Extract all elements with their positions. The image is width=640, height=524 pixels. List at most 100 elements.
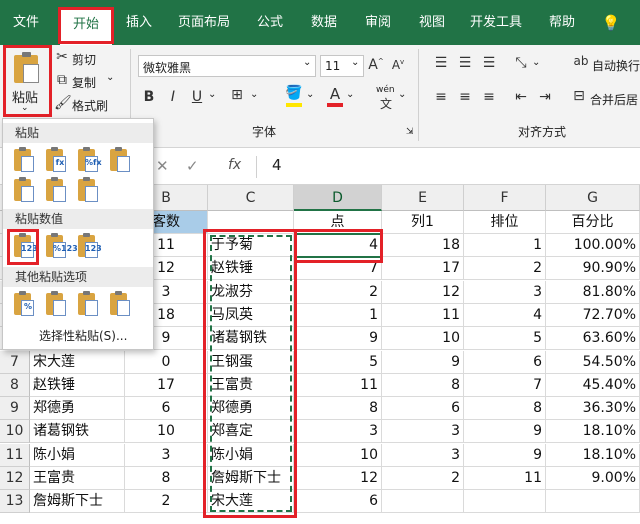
font-color-icon[interactable]: A: [326, 85, 344, 107]
cell-c[interactable]: 于予菊: [208, 234, 294, 257]
column-header-e[interactable]: E: [382, 185, 464, 211]
tab-help[interactable]: 帮助: [542, 10, 582, 36]
cell-d[interactable]: 7: [294, 257, 382, 281]
increase-indent-icon[interactable]: ⇥: [536, 89, 554, 105]
cell-e[interactable]: [382, 490, 464, 514]
cell-f[interactable]: 5: [464, 327, 546, 351]
tab-file[interactable]: 文件: [6, 10, 46, 36]
italic-button[interactable]: I: [166, 89, 180, 105]
cell-g[interactable]: [546, 490, 640, 514]
cell-f[interactable]: 3: [464, 280, 546, 304]
column-header-d[interactable]: D: [294, 185, 382, 211]
tab-developer[interactable]: 开发工具: [464, 10, 528, 36]
cell-f[interactable]: 9: [464, 443, 546, 467]
paste-button[interactable]: 粘贴 ⌄: [6, 49, 48, 115]
cell-c[interactable]: 宋大莲: [208, 490, 294, 514]
cell-a[interactable]: 诸葛钢铁: [30, 420, 125, 444]
cell-f[interactable]: 9: [464, 420, 546, 444]
cell-g[interactable]: 45.40%: [546, 373, 640, 397]
cell-a[interactable]: 宋大莲: [30, 350, 125, 374]
cell-a[interactable]: 王富贵: [30, 467, 125, 490]
copy-button[interactable]: 复制: [72, 74, 96, 91]
cell-c[interactable]: 陈小娟: [208, 443, 294, 467]
row-header[interactable]: 12: [0, 467, 30, 490]
chevron-down-icon[interactable]: ⌄: [306, 89, 314, 100]
align-middle-icon[interactable]: ☰: [456, 55, 474, 71]
cell-b[interactable]: 2: [125, 490, 208, 514]
cell-g[interactable]: 54.50%: [546, 350, 640, 374]
underline-button[interactable]: U: [190, 89, 204, 105]
cell-c[interactable]: 马凤英: [208, 303, 294, 327]
tab-review[interactable]: 审阅: [358, 10, 398, 36]
tab-home[interactable]: 开始: [60, 8, 112, 45]
phonetic-guide-label[interactable]: wén: [376, 85, 395, 95]
wrap-text-button[interactable]: 自动换行: [592, 57, 640, 74]
cell-b[interactable]: 17: [125, 373, 208, 397]
align-left-icon[interactable]: ≡: [432, 89, 450, 105]
paste-option-icon[interactable]: %fx: [75, 147, 102, 175]
cell-e[interactable]: 3: [382, 420, 464, 444]
paste-option-icon[interactable]: fx: [43, 147, 69, 175]
column-header-c[interactable]: C: [208, 185, 294, 211]
paste-option-icon[interactable]: [107, 147, 133, 175]
header-cell-g[interactable]: 百分比: [546, 211, 640, 234]
other-paste-icon[interactable]: [107, 291, 133, 319]
paste-option-icon[interactable]: [75, 177, 101, 205]
cell-d[interactable]: 3: [294, 420, 382, 444]
align-top-icon[interactable]: ☰: [432, 55, 450, 71]
cell-g[interactable]: 18.10%: [546, 420, 640, 444]
header-cell-d[interactable]: 点: [294, 211, 382, 234]
cell-e[interactable]: 2: [382, 467, 464, 490]
row-header[interactable]: 11: [0, 443, 30, 467]
font-name-dropdown[interactable]: 微软雅黑 ⌄: [138, 55, 316, 77]
cell-e[interactable]: 11: [382, 303, 464, 327]
chevron-down-icon[interactable]: ⌄: [106, 72, 114, 83]
fill-color-icon[interactable]: 🪣: [284, 85, 304, 107]
phonetic-guide-icon[interactable]: 文: [376, 95, 396, 112]
cell-d[interactable]: 10: [294, 443, 382, 467]
align-bottom-icon[interactable]: ☰: [480, 55, 498, 71]
header-cell-e[interactable]: 列1: [382, 211, 464, 234]
orientation-icon[interactable]: ⤡: [512, 55, 530, 71]
cell-d[interactable]: 4: [294, 234, 382, 257]
cell-c[interactable]: 郑喜定: [208, 420, 294, 444]
cell-a[interactable]: 赵铁锤: [30, 373, 125, 397]
chevron-down-icon[interactable]: ⌄: [532, 57, 540, 68]
cell-c[interactable]: 郑德勇: [208, 397, 294, 421]
dialog-launcher-icon[interactable]: ⇲: [406, 127, 414, 137]
row-header[interactable]: 13: [0, 490, 30, 514]
tab-insert[interactable]: 插入: [118, 10, 160, 36]
row-header[interactable]: 7: [0, 350, 30, 374]
row-header[interactable]: 9: [0, 397, 30, 421]
cell-d[interactable]: 1: [294, 303, 382, 327]
cell-d[interactable]: 5: [294, 350, 382, 374]
paste-option-icon[interactable]: [11, 177, 37, 205]
cell-b[interactable]: 10: [125, 420, 208, 444]
enter-icon[interactable]: ✓: [186, 157, 199, 175]
cell-b[interactable]: 6: [125, 397, 208, 421]
paste-special-item[interactable]: 选择性粘贴(S)...: [39, 327, 127, 344]
align-right-icon[interactable]: ≡: [480, 89, 498, 105]
cell-d[interactable]: 2: [294, 280, 382, 304]
cell-g[interactable]: 100.00%: [546, 234, 640, 257]
cell-f[interactable]: 11: [464, 467, 546, 490]
cell-a[interactable]: 詹姆斯下士: [30, 490, 125, 514]
header-cell-f[interactable]: 排位: [464, 211, 546, 234]
increase-font-icon[interactable]: A^: [368, 57, 384, 73]
cell-c[interactable]: 王富贵: [208, 373, 294, 397]
cell-f[interactable]: 1: [464, 234, 546, 257]
cell-c[interactable]: 诸葛钢铁: [208, 327, 294, 351]
lightbulb-icon[interactable]: 💡: [596, 10, 626, 36]
paste-option-icon[interactable]: [11, 147, 37, 175]
paste-values-icon[interactable]: 123: [11, 233, 38, 261]
paste-option-icon[interactable]: [43, 177, 69, 205]
decrease-indent-icon[interactable]: ⇤: [512, 89, 530, 105]
cell-f[interactable]: 4: [464, 303, 546, 327]
cell-c[interactable]: 龙淑芬: [208, 280, 294, 304]
cell-d[interactable]: 9: [294, 327, 382, 351]
tab-view[interactable]: 视图: [412, 10, 452, 36]
cell-f[interactable]: [464, 490, 546, 514]
borders-icon[interactable]: ⊞: [228, 87, 246, 103]
merge-center-icon[interactable]: ⊟: [570, 88, 588, 104]
cell-a[interactable]: 陈小娟: [30, 443, 125, 467]
